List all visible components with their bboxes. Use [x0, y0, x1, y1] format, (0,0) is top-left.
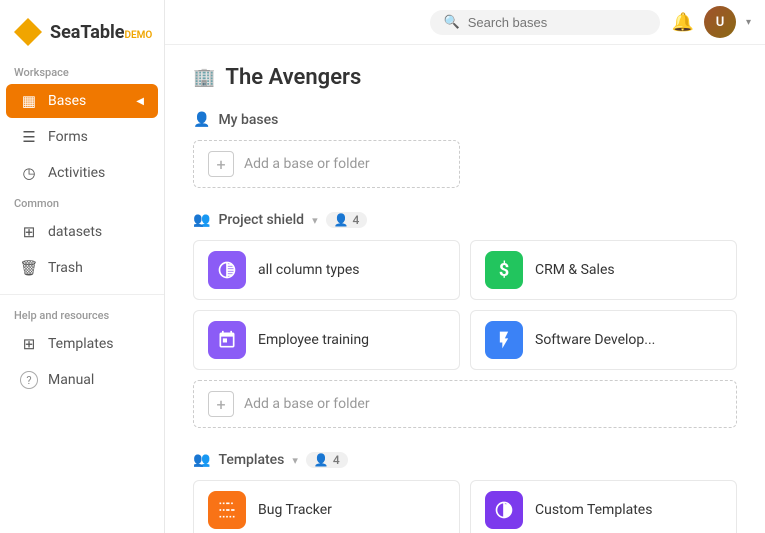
sidebar-label-activities: Activities: [48, 165, 105, 181]
base-name-software-dev: Software Develop...: [535, 332, 655, 348]
group-member-icon: 👤: [334, 213, 349, 227]
topbar-icons: 🔔 U ▾: [672, 6, 751, 38]
sidebar: SeaTableDEMO Workspace ▦ Bases ◀ ☰ Forms…: [0, 0, 165, 533]
bases-icon: ▦: [20, 92, 38, 110]
group-templates-header: 👥 Templates ▾ 👤 4: [193, 452, 737, 468]
base-name-custom-templates: Custom Templates: [535, 502, 652, 518]
chevron-down-icon[interactable]: ▾: [746, 17, 751, 28]
bell-icon[interactable]: 🔔: [672, 12, 694, 33]
sidebar-label-datasets: datasets: [48, 224, 102, 240]
activities-icon: ◷: [20, 164, 38, 182]
page-title-row: 🏢 The Avengers: [193, 65, 737, 90]
bases-arrow-icon: ◀: [136, 96, 144, 107]
common-label: Common: [0, 191, 164, 214]
base-card-employee-training[interactable]: Employee training: [193, 310, 460, 370]
help-label: Help and resources: [0, 303, 164, 326]
topbar: 🔍 🔔 U ▾: [165, 0, 765, 45]
base-card-custom-templates[interactable]: Custom Templates: [470, 480, 737, 533]
group-templates-member-icon: 👤: [314, 453, 329, 467]
sidebar-label-manual: Manual: [48, 372, 94, 388]
group-templates-grid: Bug Tracker Custom Templates: [193, 480, 737, 533]
group-templates-badge: 👤 4: [306, 452, 348, 468]
sidebar-item-trash[interactable]: 🗑 Trash: [6, 251, 158, 285]
add-icon: +: [208, 151, 234, 177]
group-chevron-icon[interactable]: ▾: [312, 214, 318, 227]
base-card-bug-tracker[interactable]: Bug Tracker: [193, 480, 460, 533]
manual-icon: ?: [20, 371, 38, 389]
sidebar-item-forms[interactable]: ☰ Forms: [6, 120, 158, 154]
sidebar-item-datasets[interactable]: ⊞ datasets: [6, 215, 158, 249]
group-badge: 👤 4: [326, 212, 368, 228]
datasets-icon: ⊞: [20, 223, 38, 241]
add-base-project-shield[interactable]: + Add a base or folder: [193, 380, 737, 428]
logo-icon: [14, 18, 42, 46]
my-bases-grid: + Add a base or folder: [193, 140, 737, 188]
group-templates-chevron-icon[interactable]: ▾: [292, 454, 298, 467]
base-card-software-dev[interactable]: Software Develop...: [470, 310, 737, 370]
search-input[interactable]: [468, 15, 646, 30]
add-icon-project-shield: +: [208, 391, 234, 417]
my-bases-header: 👤 My bases: [193, 112, 737, 128]
base-card-crm-sales[interactable]: $ CRM & Sales: [470, 240, 737, 300]
logo-text: SeaTable: [50, 22, 125, 43]
base-icon-crm-sales: $: [485, 251, 523, 289]
page-title: The Avengers: [225, 65, 361, 90]
search-icon: 🔍: [444, 15, 460, 30]
group-project-shield-header: 👥 Project shield ▾ 👤 4: [193, 212, 737, 228]
base-icon-all-col-types: [208, 251, 246, 289]
base-icon-employee-training: [208, 321, 246, 359]
base-icon-custom-templates: [485, 491, 523, 529]
forms-icon: ☰: [20, 128, 38, 146]
my-bases-label: My bases: [218, 112, 278, 128]
avatar[interactable]: U: [704, 6, 736, 38]
main-area: 🔍 🔔 U ▾ 🏢 The Avengers 👤 My bases: [165, 0, 765, 533]
group-project-shield-grid: all column types $ CRM & Sales Employee …: [193, 240, 737, 428]
group-icon: 👥: [193, 212, 210, 228]
base-card-all-col-types[interactable]: all column types: [193, 240, 460, 300]
logo-demo: DEMO: [125, 30, 153, 41]
sidebar-label-bases: Bases: [48, 93, 86, 109]
base-name-crm-sales: CRM & Sales: [535, 262, 615, 278]
sidebar-item-activities[interactable]: ◷ Activities: [6, 156, 158, 190]
add-base-project-shield-label: Add a base or folder: [244, 396, 370, 412]
base-name-all-col-types: all column types: [258, 262, 360, 278]
base-icon-software-dev: [485, 321, 523, 359]
add-base-my-bases[interactable]: + Add a base or folder: [193, 140, 460, 188]
workspace-label: Workspace: [0, 60, 164, 83]
trash-icon: 🗑: [20, 259, 38, 277]
base-name-bug-tracker: Bug Tracker: [258, 502, 332, 518]
search-bar[interactable]: 🔍: [430, 10, 660, 35]
base-icon-bug-tracker: [208, 491, 246, 529]
group-templates-label: Templates: [218, 452, 284, 468]
group-templates-icon: 👥: [193, 452, 210, 468]
my-bases-icon: 👤: [193, 112, 210, 128]
base-name-employee-training: Employee training: [258, 332, 369, 348]
page-title-icon: 🏢: [193, 67, 215, 88]
add-base-my-bases-label: Add a base or folder: [244, 156, 370, 172]
sidebar-label-forms: Forms: [48, 129, 88, 145]
group-templates: 👥 Templates ▾ 👤 4 Bug Tracker: [193, 452, 737, 533]
sidebar-divider: [0, 294, 164, 295]
sidebar-label-templates: Templates: [48, 336, 114, 352]
my-bases-section: 👤 My bases + Add a base or folder: [193, 112, 737, 188]
sidebar-label-trash: Trash: [48, 260, 83, 276]
group-project-shield: 👥 Project shield ▾ 👤 4 all column types: [193, 212, 737, 428]
templates-icon: ⊞: [20, 335, 38, 353]
sidebar-item-manual[interactable]: ? Manual: [6, 363, 158, 397]
group-member-count: 4: [353, 213, 360, 227]
sidebar-item-templates[interactable]: ⊞ Templates: [6, 327, 158, 361]
sidebar-item-bases[interactable]: ▦ Bases ◀: [6, 84, 158, 118]
group-project-shield-label: Project shield: [218, 212, 304, 228]
logo: SeaTableDEMO: [0, 10, 164, 60]
main-content: 🏢 The Avengers 👤 My bases + Add a base o…: [165, 45, 765, 533]
group-templates-member-count: 4: [333, 453, 340, 467]
